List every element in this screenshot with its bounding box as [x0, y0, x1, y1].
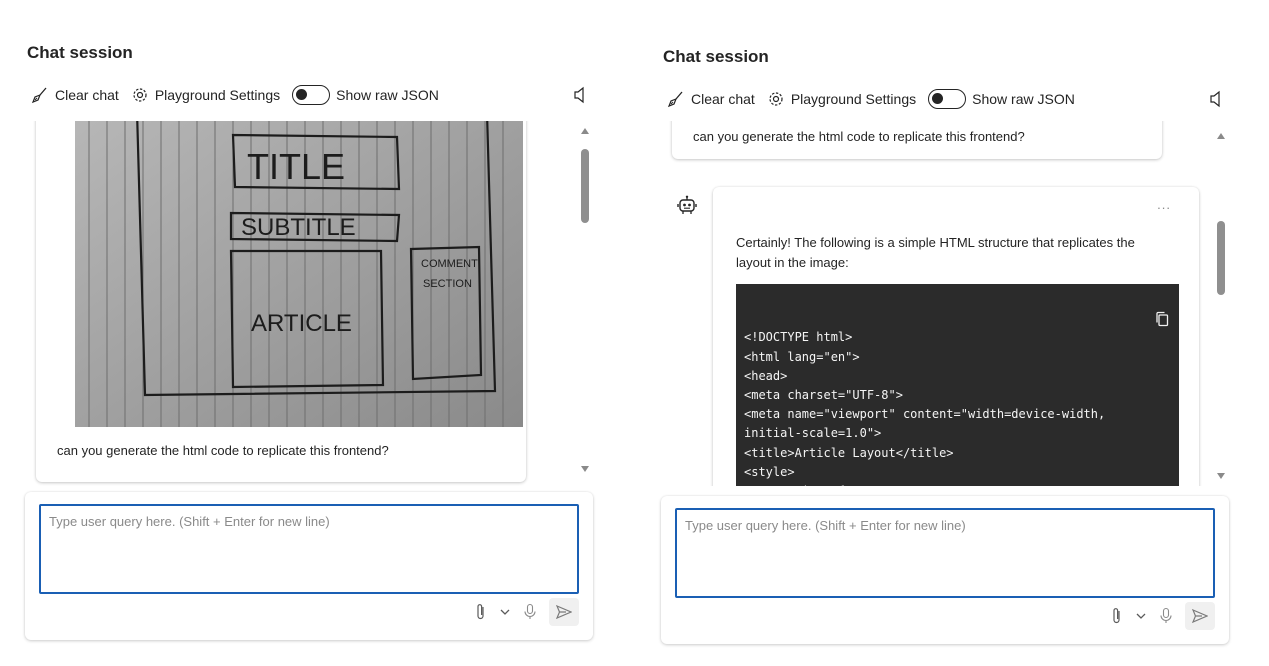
user-message-text: can you generate the html code to replic… [693, 129, 1025, 144]
chat-history[interactable]: TITLE SUBTITLE ARTICLE COMMENT SECTION c… [18, 121, 598, 486]
paperclip-icon [477, 604, 484, 620]
clear-chat-button[interactable]: Clear chat [667, 90, 755, 108]
scrollbar-thumb[interactable] [1217, 221, 1225, 295]
playground-settings-label: Playground Settings [154, 87, 281, 103]
chat-session-panel-left: Chat session Clear chat Playground Setti… [18, 0, 598, 666]
sketch-label-subtitle: SUBTITLE [241, 214, 356, 241]
show-raw-json-switch[interactable]: Show raw JSON [928, 89, 1075, 109]
attach-button[interactable] [1111, 607, 1123, 625]
show-raw-json-switch[interactable]: Show raw JSON [292, 85, 439, 105]
chat-history[interactable]: can you generate the html code to replic… [654, 121, 1234, 486]
microphone-button[interactable] [1159, 607, 1173, 625]
toggle-knob [932, 93, 944, 104]
attach-options-button[interactable] [499, 606, 511, 618]
chat-scrollbar[interactable] [1214, 121, 1228, 486]
speaker-icon [1210, 90, 1220, 108]
assistant-message-text: Certainly! The following is a simple HTM… [736, 235, 1135, 270]
sketch-label-title: TITLE [247, 146, 345, 187]
sketch-label-article: ARTICLE [251, 310, 352, 337]
user-message-bubble: can you generate the html code to replic… [672, 121, 1162, 159]
user-message-text: can you generate the html code to replic… [57, 443, 389, 458]
bot-icon [677, 195, 697, 214]
copy-code-button[interactable] [1083, 292, 1169, 353]
page-title: Chat session [27, 43, 133, 62]
microphone-icon [1160, 607, 1172, 623]
copy-icon [1156, 312, 1169, 327]
clear-chat-label: Clear chat [691, 91, 755, 107]
attach-options-button[interactable] [1135, 610, 1147, 622]
show-raw-json-label: Show raw JSON [336, 87, 439, 103]
composer-actions [463, 598, 579, 626]
sketch-label-section: SECTION [423, 278, 472, 290]
toggle-switch[interactable] [292, 85, 331, 105]
send-button[interactable] [549, 598, 579, 626]
microphone-button[interactable] [523, 603, 537, 621]
broom-icon [667, 91, 683, 108]
send-icon [556, 605, 572, 619]
scroll-down-arrow[interactable] [581, 466, 589, 472]
scroll-down-arrow[interactable] [1217, 473, 1225, 479]
scroll-up-arrow[interactable] [581, 128, 589, 134]
scrollbar-thumb[interactable] [581, 149, 589, 223]
composer-actions [1099, 602, 1215, 630]
toggle-knob [296, 89, 308, 100]
chevron-down-icon [1136, 613, 1146, 619]
speaker-icon [574, 86, 584, 104]
toggle-switch[interactable] [928, 89, 967, 109]
clear-chat-button[interactable]: Clear chat [31, 86, 119, 104]
user-message-bubble: TITLE SUBTITLE ARTICLE COMMENT SECTION c… [36, 121, 526, 482]
playground-settings-button[interactable]: Playground Settings [767, 90, 916, 108]
playground-settings-button[interactable]: Playground Settings [131, 86, 280, 104]
chat-toolbar: Clear chat Playground Settings Show raw … [667, 88, 1087, 110]
chat-session-panel-right: Chat session Clear chat Playground Setti… [654, 0, 1234, 666]
speaker-button[interactable] [1208, 90, 1224, 113]
sketch-label-comment: COMMENT [421, 258, 478, 270]
send-icon [1192, 609, 1208, 623]
show-raw-json-label: Show raw JSON [972, 91, 1075, 107]
attach-button[interactable] [475, 603, 487, 621]
send-button[interactable] [1185, 602, 1215, 630]
assistant-message-bubble: ... Certainly! The following is a simple… [713, 187, 1199, 486]
message-composer: Type user query here. (Shift + Enter for… [25, 492, 593, 640]
broom-icon [31, 87, 47, 104]
page-title: Chat session [663, 47, 769, 66]
message-composer: Type user query here. (Shift + Enter for… [661, 496, 1229, 644]
paperclip-icon [1113, 608, 1120, 624]
assistant-avatar [676, 195, 698, 222]
gear-icon [769, 92, 783, 106]
chat-toolbar: Clear chat Playground Settings Show raw … [31, 84, 451, 106]
scroll-up-arrow[interactable] [1217, 133, 1225, 139]
microphone-icon [524, 603, 536, 619]
message-more-button[interactable]: ... [1157, 197, 1171, 212]
code-block: <!DOCTYPE html> <html lang="en"> <head> … [736, 284, 1179, 486]
clear-chat-label: Clear chat [55, 87, 119, 103]
chat-scrollbar[interactable] [578, 121, 592, 486]
chevron-down-icon [500, 609, 510, 615]
playground-settings-label: Playground Settings [790, 91, 917, 107]
query-input[interactable]: Type user query here. (Shift + Enter for… [675, 508, 1215, 598]
speaker-button[interactable] [572, 86, 588, 109]
gear-icon [133, 88, 147, 102]
query-input[interactable]: Type user query here. (Shift + Enter for… [39, 504, 579, 594]
attached-sketch-image: TITLE SUBTITLE ARTICLE COMMENT SECTION [75, 121, 523, 427]
